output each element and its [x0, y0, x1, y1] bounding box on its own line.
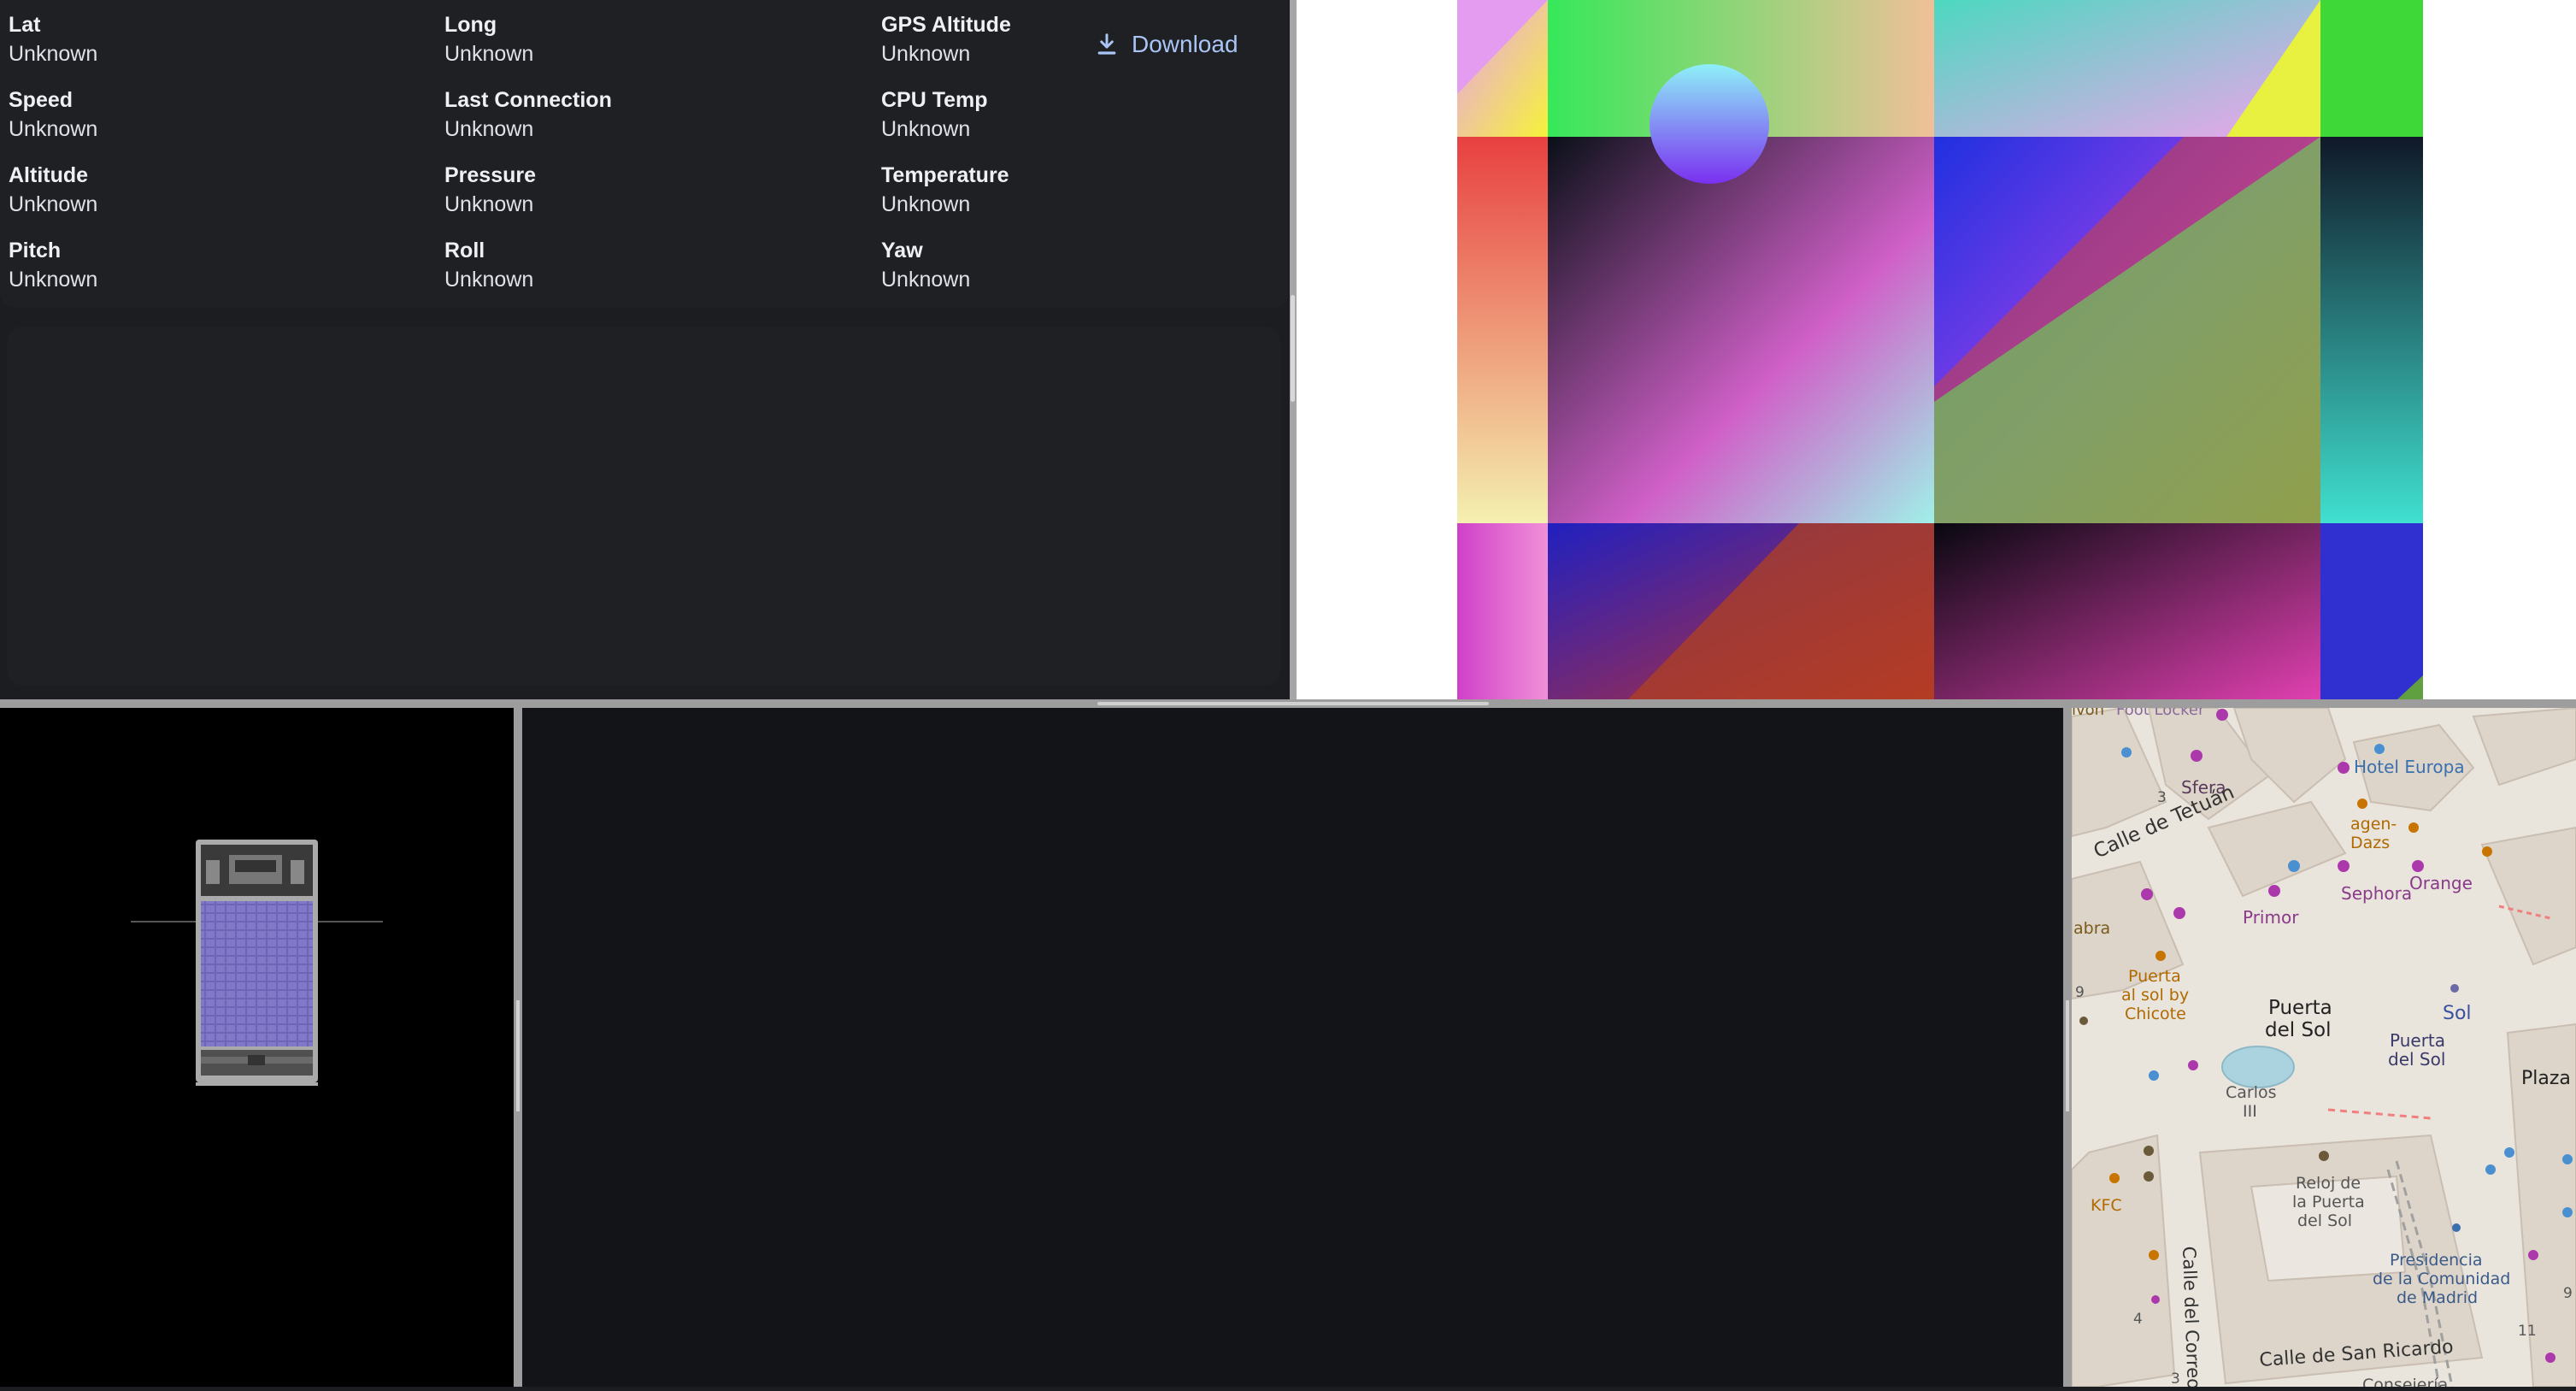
- field-label: CPU Temp: [881, 88, 988, 112]
- field-value: Unknown: [881, 268, 971, 292]
- field-lat: Lat Unknown: [9, 12, 436, 67]
- map-label: Sephora: [2341, 883, 2412, 904]
- field-label: Last Connection: [444, 88, 612, 112]
- map-label: ivon: [2072, 708, 2104, 719]
- field-value: Unknown: [444, 117, 534, 141]
- map-label: al sol by: [2121, 986, 2189, 1005]
- map-panel[interactable]: Foot Locker ivon Hotel Europa Sfera Call…: [2072, 708, 2576, 1387]
- field-value: Unknown: [9, 42, 98, 66]
- map-label: Puerta: [2390, 1030, 2445, 1051]
- splitter-handle[interactable]: [516, 1000, 520, 1111]
- map-label: Dazs: [2350, 834, 2390, 852]
- map-label: 3: [2171, 1370, 2180, 1387]
- field-value: Unknown: [444, 42, 534, 66]
- field-pitch: Pitch Unknown: [9, 238, 436, 292]
- splitter-handle[interactable]: [2066, 1000, 2069, 1111]
- map-label: agen-: [2350, 815, 2397, 834]
- map-label: 3: [2157, 789, 2167, 806]
- map-label: 11: [2518, 1323, 2537, 1340]
- telemetry-panel: Lat Unknown Long Unknown GPS Altitude Un…: [0, 0, 1289, 308]
- field-value: Unknown: [881, 192, 971, 216]
- empty-card: [7, 327, 1280, 686]
- test-pattern-image: [1457, 0, 2423, 699]
- map-label: Puerta: [2128, 967, 2181, 986]
- field-long: Long Unknown: [444, 12, 872, 67]
- map-label: Presidencia: [2390, 1251, 2483, 1270]
- field-pressure: Pressure Unknown: [444, 162, 872, 217]
- map-label: Hotel Europa: [2354, 757, 2465, 777]
- field-yaw: Yaw Unknown: [881, 238, 1309, 292]
- map-label: KFC: [2091, 1196, 2122, 1215]
- field-label: Altitude: [9, 163, 89, 187]
- download-label: Download: [1132, 31, 1238, 57]
- field-value: Unknown: [444, 192, 534, 216]
- map-label: Plaza: [2521, 1068, 2571, 1089]
- map-label: de la Comunidad: [2373, 1270, 2510, 1288]
- field-label: Pressure: [444, 163, 537, 187]
- map-label: Foot Locker: [2116, 708, 2205, 719]
- field-label: Pitch: [9, 239, 62, 262]
- field-speed: Speed Unknown: [9, 87, 436, 142]
- field-value: Unknown: [444, 268, 534, 292]
- field-label: Roll: [444, 239, 485, 262]
- map-label: Chicote: [2125, 1005, 2186, 1023]
- field-cpu-temp: CPU Temp Unknown: [881, 87, 1309, 142]
- map-label: 9: [2075, 984, 2085, 1001]
- satellite-model-view[interactable]: [0, 708, 514, 1387]
- map-label: Sol: [2443, 1003, 2472, 1024]
- field-label: Temperature: [881, 163, 1009, 187]
- video-feed: [1297, 0, 2576, 699]
- map-label: III: [2243, 1102, 2257, 1121]
- field-value: Unknown: [9, 268, 98, 292]
- graph-panel: [522, 708, 2063, 1387]
- map-label: Consejería: [2362, 1376, 2448, 1387]
- satellite-icon: [131, 840, 383, 1086]
- map-label: Carlos: [2226, 1083, 2277, 1102]
- map-label: Orange: [2409, 873, 2473, 893]
- street-map[interactable]: Foot Locker ivon Hotel Europa Sfera Call…: [2072, 708, 2576, 1387]
- field-label: Lat: [9, 13, 41, 37]
- splitter-handle[interactable]: [1291, 295, 1295, 402]
- field-altitude: Altitude Unknown: [9, 162, 436, 217]
- field-value: Unknown: [9, 117, 98, 141]
- field-value: Unknown: [9, 192, 98, 216]
- download-icon: [1097, 33, 1116, 55]
- map-label: la Puerta: [2292, 1193, 2365, 1211]
- field-label: Long: [444, 13, 497, 37]
- download-button[interactable]: Download: [1079, 24, 1262, 65]
- map-label: del Sol: [2388, 1049, 2445, 1070]
- field-last-connection: Last Connection Unknown: [444, 87, 872, 142]
- map-label: Primor: [2243, 907, 2299, 928]
- map-label: de Madrid: [2397, 1288, 2478, 1307]
- splitter-handle[interactable]: [1097, 702, 1489, 705]
- map-label: Puerta: [2268, 997, 2332, 1019]
- map-label: del Sol: [2265, 1019, 2332, 1041]
- field-temperature: Temperature Unknown: [881, 162, 1309, 217]
- map-label: abra: [2073, 919, 2110, 938]
- field-label: Yaw: [881, 239, 923, 262]
- field-label: Speed: [9, 88, 74, 112]
- map-label: Reloj de: [2296, 1174, 2361, 1193]
- field-roll: Roll Unknown: [444, 238, 872, 292]
- map-label: del Sol: [2297, 1211, 2352, 1230]
- field-value: Unknown: [881, 117, 971, 141]
- map-label: 9: [2563, 1285, 2573, 1302]
- map-label: 4: [2133, 1311, 2143, 1328]
